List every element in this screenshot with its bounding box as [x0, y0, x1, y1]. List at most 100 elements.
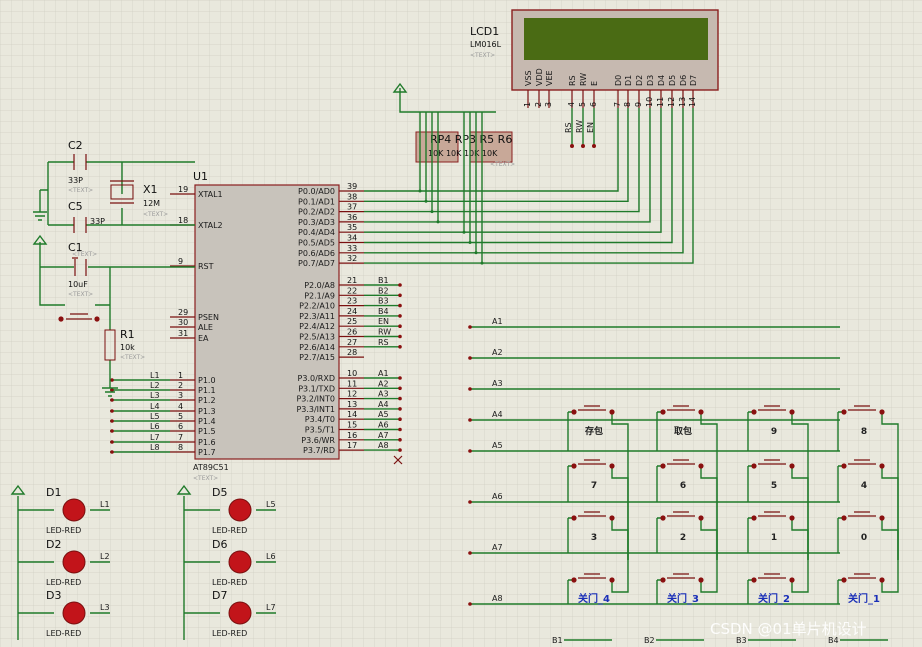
led-ref: D6 — [212, 538, 227, 551]
key-contact — [660, 463, 666, 469]
mcu-pin-num: 39 — [347, 182, 357, 191]
key-label[interactable]: 6 — [680, 481, 686, 491]
key-label[interactable]: 8 — [861, 427, 867, 437]
keypad-row-dot — [468, 500, 472, 504]
key-contact — [698, 515, 704, 521]
mcu-ref: U1 — [193, 170, 208, 183]
lcd-pin-label: VSS — [524, 70, 533, 86]
port-net-label: B1 — [378, 276, 389, 285]
keypad-row-dot — [468, 387, 472, 391]
mcu-pin-label: P2.1/A9 — [304, 291, 335, 300]
port-dot — [398, 345, 402, 349]
mcu-pin-label: P2.0/A8 — [304, 281, 335, 290]
r1-ref: R1 — [120, 328, 135, 341]
key-contact — [841, 577, 847, 583]
p1-dot — [110, 388, 114, 392]
key-label[interactable]: 关门_3 — [667, 592, 699, 605]
key-contact — [751, 515, 757, 521]
mcu-pin-num: 23 — [347, 297, 357, 306]
key-label[interactable]: 0 — [861, 533, 867, 543]
lcd-model: LM016L — [470, 40, 502, 49]
key-contact — [609, 463, 615, 469]
junction-dot — [462, 230, 466, 234]
lcd-pin-label: D3 — [646, 75, 655, 86]
lcd-pin-num: 10 — [645, 97, 654, 107]
lcd-ctrl-label: EN — [586, 122, 595, 133]
keypad-row-label: A6 — [492, 492, 503, 501]
keypad-row-dot — [468, 325, 472, 329]
p1-net-label: L4 — [150, 402, 160, 411]
lcd-ref: LCD1 — [470, 25, 499, 38]
key-contact — [751, 463, 757, 469]
key-contact — [789, 577, 795, 583]
c5-ref: C5 — [68, 200, 83, 213]
key-label[interactable]: 7 — [591, 481, 597, 491]
lcd-pin-label: D5 — [668, 75, 677, 86]
mcu-pin-num: 5 — [178, 412, 183, 421]
mcu-pin-num: 26 — [347, 328, 357, 337]
mcu-pin-num: 15 — [347, 421, 357, 430]
led-model: LED-RED — [46, 629, 81, 638]
mcu-pin-label: P0.2/AD2 — [298, 208, 335, 217]
key-label[interactable]: 存包 — [585, 425, 603, 437]
port-net-label: A8 — [378, 441, 389, 450]
led-ref: D7 — [212, 589, 227, 602]
key-label[interactable]: 关门_2 — [758, 592, 790, 605]
key-label[interactable]: 9 — [771, 427, 777, 437]
led-model: LED-RED — [212, 526, 247, 535]
p1-dot — [110, 409, 114, 413]
mcu-pin-label: P2.3/A11 — [299, 312, 335, 321]
mcu-pin-num: 25 — [347, 317, 357, 326]
mcu-pin-label: P1.1 — [198, 386, 216, 395]
lcd-pin-num: 5 — [578, 102, 587, 107]
lcd-pin-label: D0 — [614, 75, 623, 86]
key-label[interactable]: 取包 — [674, 425, 692, 437]
port-dot — [398, 283, 402, 287]
keypad-row-label: A4 — [492, 410, 503, 419]
p1-dot — [110, 450, 114, 454]
led-ref: D1 — [46, 486, 61, 499]
key-contact — [609, 515, 615, 521]
port-net-label: A7 — [378, 431, 389, 440]
key-label[interactable]: 1 — [771, 533, 777, 543]
mcu-pin-num: 6 — [178, 422, 183, 431]
key-label[interactable]: 3 — [591, 533, 597, 543]
mcu-pin-label: P0.6/AD6 — [298, 249, 335, 258]
keypad-row-dot — [468, 602, 472, 606]
schematic-canvas: LCD1 LM016L <TEXT> VSS 1 VDD 2 VEE 3 RS 4 RW 5 E 6 D… — [0, 0, 922, 647]
key-label[interactable]: 2 — [680, 533, 686, 543]
mcu-pin-label: P3.1/TXD — [298, 384, 335, 393]
port-dot — [398, 386, 402, 391]
port-net-label: A6 — [378, 421, 389, 430]
x1-val: 12M — [143, 199, 160, 208]
lcd-pin-num: 13 — [678, 97, 687, 107]
x1-ref: X1 — [143, 183, 158, 196]
mcu-pin-label: P2.7/A15 — [299, 353, 335, 362]
lcd-pin-num: 4 — [567, 102, 576, 107]
key-label[interactable]: 5 — [771, 481, 777, 491]
key-label[interactable]: 关门_4 — [578, 592, 610, 605]
r1-val: 10k — [120, 343, 135, 352]
mcu-pin-label: P1.3 — [198, 407, 216, 416]
key-contact — [609, 577, 615, 583]
key-label[interactable]: 关门_1 — [848, 592, 880, 605]
mcu-pin-num: 3 — [178, 391, 183, 400]
port-dot — [398, 376, 402, 380]
c1-text: <TEXT> — [68, 291, 93, 298]
port-dot — [398, 438, 402, 442]
mcu-pin-label: P1.6 — [198, 438, 216, 447]
port-dot — [398, 448, 402, 452]
lcd-pin-label: RS — [568, 75, 577, 86]
led-body — [62, 550, 86, 574]
led-ref: D2 — [46, 538, 61, 551]
key-contact — [751, 409, 757, 415]
junction-dot — [430, 210, 434, 214]
mcu-pin-num: 29 — [178, 308, 188, 317]
key-contact — [660, 409, 666, 415]
port-dot — [398, 407, 402, 411]
mcu-pin-num: 10 — [347, 369, 357, 378]
key-contact — [841, 515, 847, 521]
mcu-pin-num: 12 — [347, 390, 357, 399]
lcd-pin-num: 7 — [613, 102, 622, 107]
key-label[interactable]: 4 — [861, 481, 867, 491]
